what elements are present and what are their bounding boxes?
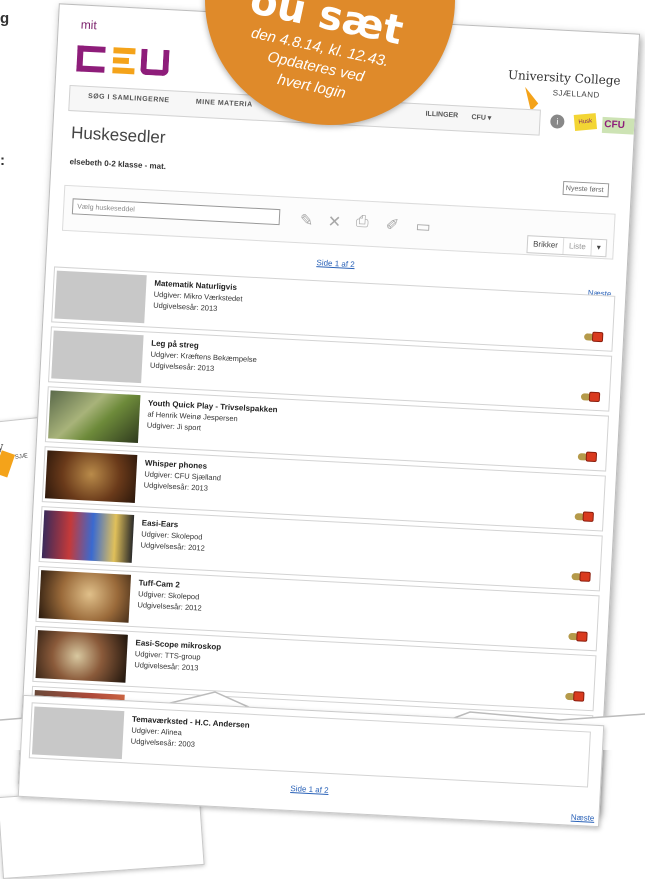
view-toggle: Brikker Liste ▾ [526, 235, 608, 258]
item-year: Udgivelsesår: 2013 [152, 300, 218, 314]
edge-text-top: g [0, 10, 10, 27]
edge-text-mid: : [0, 152, 5, 169]
item-status-icon[interactable] [577, 451, 598, 463]
item-year: Udgivelsesår: 2012 [137, 600, 202, 613]
tab-search-collections[interactable]: SØG I SAMLINGERNE [88, 93, 170, 104]
item-status-icon[interactable] [571, 571, 591, 582]
item-title[interactable]: Tuff-Cam 2 [138, 578, 203, 590]
item-thumbnail [41, 510, 135, 563]
item-publisher: Udgiver: Skolepod [140, 529, 203, 542]
tab-cfu-menu[interactable]: CFU ▾ [471, 113, 491, 122]
chevron-down-icon[interactable]: ▾ [591, 240, 606, 257]
page-title: Huskesedler [70, 123, 166, 148]
item-thumbnail [44, 450, 138, 503]
item-thumbnail [51, 330, 144, 384]
mit-label: mit [80, 17, 98, 33]
sjaelland-label: SJÆLLAND [552, 88, 601, 100]
view-liste-button[interactable]: Liste [563, 238, 593, 256]
close-icon[interactable]: ✕ [327, 212, 341, 233]
item-title[interactable]: Easi-Ears [142, 518, 207, 530]
cfu-logo[interactable] [76, 41, 178, 80]
item-status-icon[interactable] [580, 391, 601, 403]
item-thumbnail [54, 270, 147, 324]
view-brikker-button[interactable]: Brikker [527, 236, 565, 255]
item-thumbnail [38, 570, 132, 623]
note-select-dropdown[interactable]: Vælg huskeseddel [71, 198, 281, 226]
cfu-mini-logo-icon[interactable]: CFU [601, 116, 635, 135]
share-icon[interactable]: ✐ [385, 215, 399, 236]
item-year: Udgivelsesår: 2012 [140, 540, 205, 553]
export-icon[interactable]: ▭ [415, 216, 431, 237]
note-subject: elsebeth 0-2 klasse - mat. [69, 157, 167, 172]
bg-sheet-sjaelland: SJÆ [14, 453, 29, 461]
item-status-icon[interactable] [574, 511, 594, 522]
item-status-icon[interactable] [583, 331, 604, 343]
pencil-icon[interactable]: ✎ [299, 210, 313, 231]
info-icon[interactable]: i [549, 114, 565, 129]
item-year: Udgivelsesår: 2013 [134, 660, 199, 673]
item-publisher: Udgiver: Skolepod [137, 589, 200, 602]
item-year: Udgivelsesår: 2013 [143, 480, 209, 493]
next-link-bottom[interactable]: Næste [571, 813, 595, 823]
item-status-icon[interactable] [568, 631, 588, 642]
sort-select[interactable]: Nyeste først [562, 180, 610, 198]
item-thumbnail [31, 706, 125, 760]
item-thumbnail [48, 390, 141, 444]
print-icon[interactable]: ⎙ [355, 213, 369, 232]
bg-sheet-logo-mark [0, 450, 16, 478]
notes-icon[interactable]: Husk [573, 113, 598, 131]
item-thumbnail [35, 630, 128, 683]
tab-my-materials[interactable]: MINE MATERIA [196, 99, 253, 109]
